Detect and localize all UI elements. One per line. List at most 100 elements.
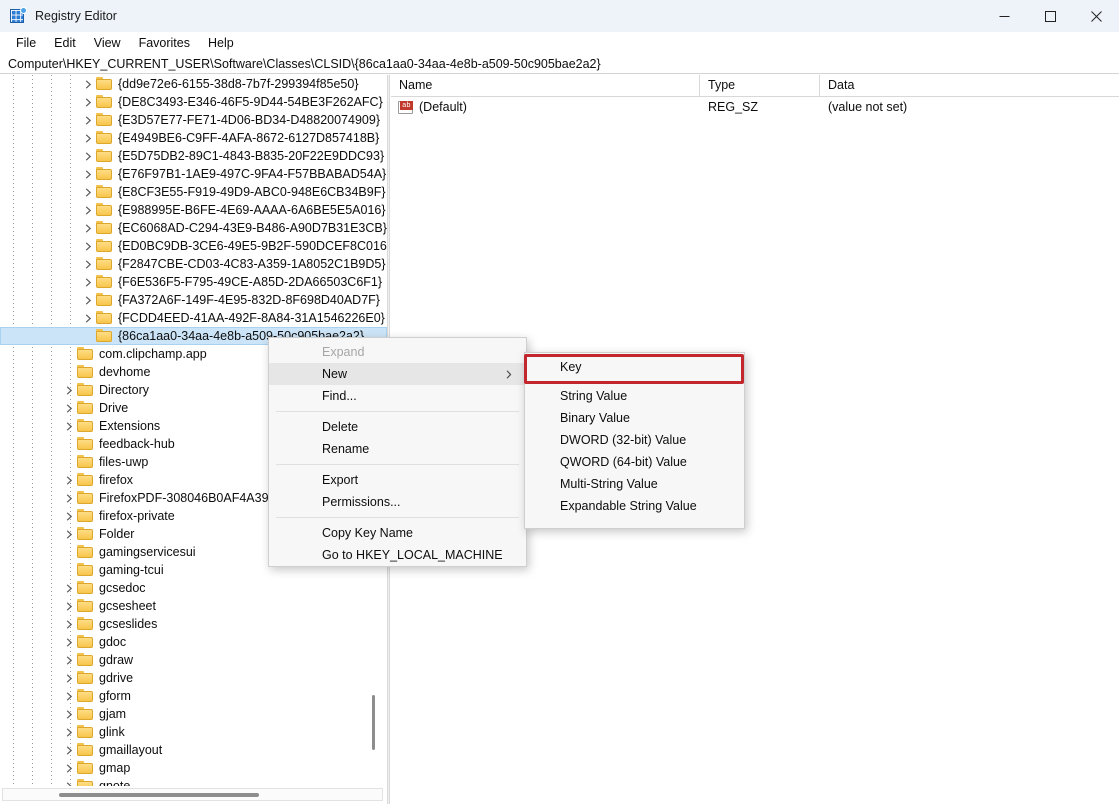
chevron-right-icon[interactable] [81,255,96,273]
chevron-right-icon[interactable] [81,93,96,111]
values-row[interactable]: ab (Default) REG_SZ (value not set) [391,97,1119,117]
chevron-right-icon[interactable] [62,741,77,759]
chevron-right-icon[interactable] [62,381,77,399]
tree-item[interactable]: gcseslides [0,615,387,633]
column-header-type[interactable]: Type [700,74,820,97]
chevron-right-icon[interactable] [62,399,77,417]
menu-help[interactable]: Help [199,33,243,53]
submenu-item-dword-32-bit-value[interactable]: DWORD (32-bit) Value [525,429,744,451]
tree-item[interactable]: {F2847CBE-CD03-4C83-A359-1A8052C1B9D5} [0,255,387,273]
tree-item[interactable]: {E988995E-B6FE-4E69-AAAA-6A6BE5E5A016} [0,201,387,219]
context-menu-item-go-to-hkey-local-machine[interactable]: Go to HKEY_LOCAL_MACHINE [269,544,526,566]
chevron-right-icon[interactable] [81,291,96,309]
tree-item[interactable]: {E3D57E77-FE71-4D06-BD34-D48820074909} [0,111,387,129]
chevron-right-icon[interactable] [81,201,96,219]
menu-edit[interactable]: Edit [45,33,85,53]
context-menu-item-permissions[interactable]: Permissions... [269,491,526,513]
tree-item[interactable]: {EC6068AD-C294-43E9-B486-A90D7B31E3CB} [0,219,387,237]
chevron-right-icon[interactable] [62,759,77,777]
new-submenu[interactable]: Key String Value Binary Value DWORD (32-bit… [524,352,745,529]
chevron-right-icon[interactable] [62,651,77,669]
chevron-right-icon[interactable] [81,273,96,291]
tree-item[interactable]: gcsesheet [0,597,387,615]
chevron-right-icon[interactable] [62,525,77,543]
tree-item[interactable]: gdoc [0,633,387,651]
tree-item-label: gform [99,689,131,703]
tree-item[interactable]: {dd9e72e6-6155-38d8-7b7f-299394f85e50} [0,75,387,93]
context-menu-item-new[interactable]: New [269,363,526,385]
tree-item[interactable]: gform [0,687,387,705]
tree-item[interactable]: gcsedoc [0,579,387,597]
chevron-right-icon[interactable] [62,471,77,489]
tree-item[interactable]: gnote [0,777,387,786]
chevron-right-icon[interactable] [62,507,77,525]
context-menu[interactable]: Expand New Find... Delete Rename Export Permis… [268,337,527,567]
tree-horizontal-scroll-thumb[interactable] [59,793,259,797]
chevron-right-icon[interactable] [81,309,96,327]
tree-item[interactable]: gdraw [0,651,387,669]
maximize-icon[interactable] [1027,0,1073,32]
chevron-right-icon[interactable] [62,579,77,597]
chevron-right-icon[interactable] [81,183,96,201]
tree-item[interactable]: {DE8C3493-E346-46F5-9D44-54BE3F262AFC} [0,93,387,111]
menu-file[interactable]: File [7,33,45,53]
chevron-right-icon[interactable] [62,687,77,705]
chevron-right-icon[interactable] [62,723,77,741]
tree-item[interactable]: {E76F97B1-1AE9-497C-9FA4-F57BBABAD54A} [0,165,387,183]
submenu-item-key[interactable]: Key [525,356,744,378]
chevron-right-icon[interactable] [62,669,77,687]
context-menu-item-export[interactable]: Export [269,469,526,491]
tree-item[interactable]: gdrive [0,669,387,687]
submenu-item-label: Key [560,360,582,374]
tree-vertical-scroll-thumb[interactable] [372,695,375,750]
chevron-right-icon[interactable] [62,615,77,633]
tree-item[interactable]: {E5D75DB2-89C1-4843-B835-20F22E9DDC93} [0,147,387,165]
column-header-data[interactable]: Data [820,75,1119,97]
chevron-right-icon[interactable] [62,777,77,786]
tree-item[interactable]: {E4949BE6-C9FF-4AFA-8672-6127D857418B} [0,129,387,147]
tree-item[interactable]: {F6E536F5-F795-49CE-A85D-2DA66503C6F1} [0,273,387,291]
close-icon[interactable] [1073,0,1119,32]
tree-item[interactable]: gmap [0,759,387,777]
minimize-icon[interactable] [981,0,1027,32]
tree-item[interactable]: {FA372A6F-149F-4E95-832D-8F698D40AD7F} [0,291,387,309]
tree-item[interactable]: {ED0BC9DB-3CE6-49E5-9B2F-590DCEF8C016} [0,237,387,255]
folder-icon [77,761,94,775]
column-header-name[interactable]: Name [391,74,700,97]
chevron-right-icon[interactable] [81,219,96,237]
submenu-item-expandable-string-value[interactable]: Expandable String Value [525,495,744,517]
tree-item[interactable]: gjam [0,705,387,723]
tree-item[interactable]: gmaillayout [0,741,387,759]
chevron-right-icon[interactable] [81,165,96,183]
chevron-right-icon[interactable] [62,633,77,651]
context-menu-item-copy-key-name[interactable]: Copy Key Name [269,522,526,544]
chevron-right-icon[interactable] [81,237,96,255]
tree-horizontal-scrollbar[interactable] [2,788,383,801]
tree-item-label: {E4949BE6-C9FF-4AFA-8672-6127D857418B} [118,131,380,145]
tree-item[interactable]: {FCDD4EED-41AA-492F-8A84-31A1546226E0} [0,309,387,327]
submenu-item-string-value[interactable]: String Value [525,385,744,407]
context-menu-item-find[interactable]: Find... [269,385,526,407]
chevron-right-icon[interactable] [62,597,77,615]
chevron-right-icon[interactable] [62,417,77,435]
context-menu-item-delete[interactable]: Delete [269,416,526,438]
tree-item[interactable]: glink [0,723,387,741]
submenu-item-qword-64-bit-value[interactable]: QWORD (64-bit) Value [525,451,744,473]
chevron-right-icon[interactable] [81,147,96,165]
menu-view[interactable]: View [85,33,130,53]
chevron-right-icon[interactable] [62,489,77,507]
submenu-item-binary-value[interactable]: Binary Value [525,407,744,429]
submenu-item-multi-string-value[interactable]: Multi-String Value [525,473,744,495]
context-menu-item-rename[interactable]: Rename [269,438,526,460]
chevron-right-icon[interactable] [81,129,96,147]
chevron-right-icon[interactable] [81,75,96,93]
chevron-right-icon[interactable] [81,111,96,129]
address-bar[interactable]: Computer\HKEY_CURRENT_USER\Software\Clas… [0,54,1119,74]
submenu-item-label: DWORD (32-bit) Value [560,433,687,447]
tree-item[interactable]: {E8CF3E55-F919-49D9-ABC0-948E6CB34B9F} [0,183,387,201]
chevron-right-icon[interactable] [62,705,77,723]
folder-icon [96,185,113,199]
registry-path[interactable]: Computer\HKEY_CURRENT_USER\Software\Clas… [0,57,601,71]
menu-favorites[interactable]: Favorites [130,33,199,53]
